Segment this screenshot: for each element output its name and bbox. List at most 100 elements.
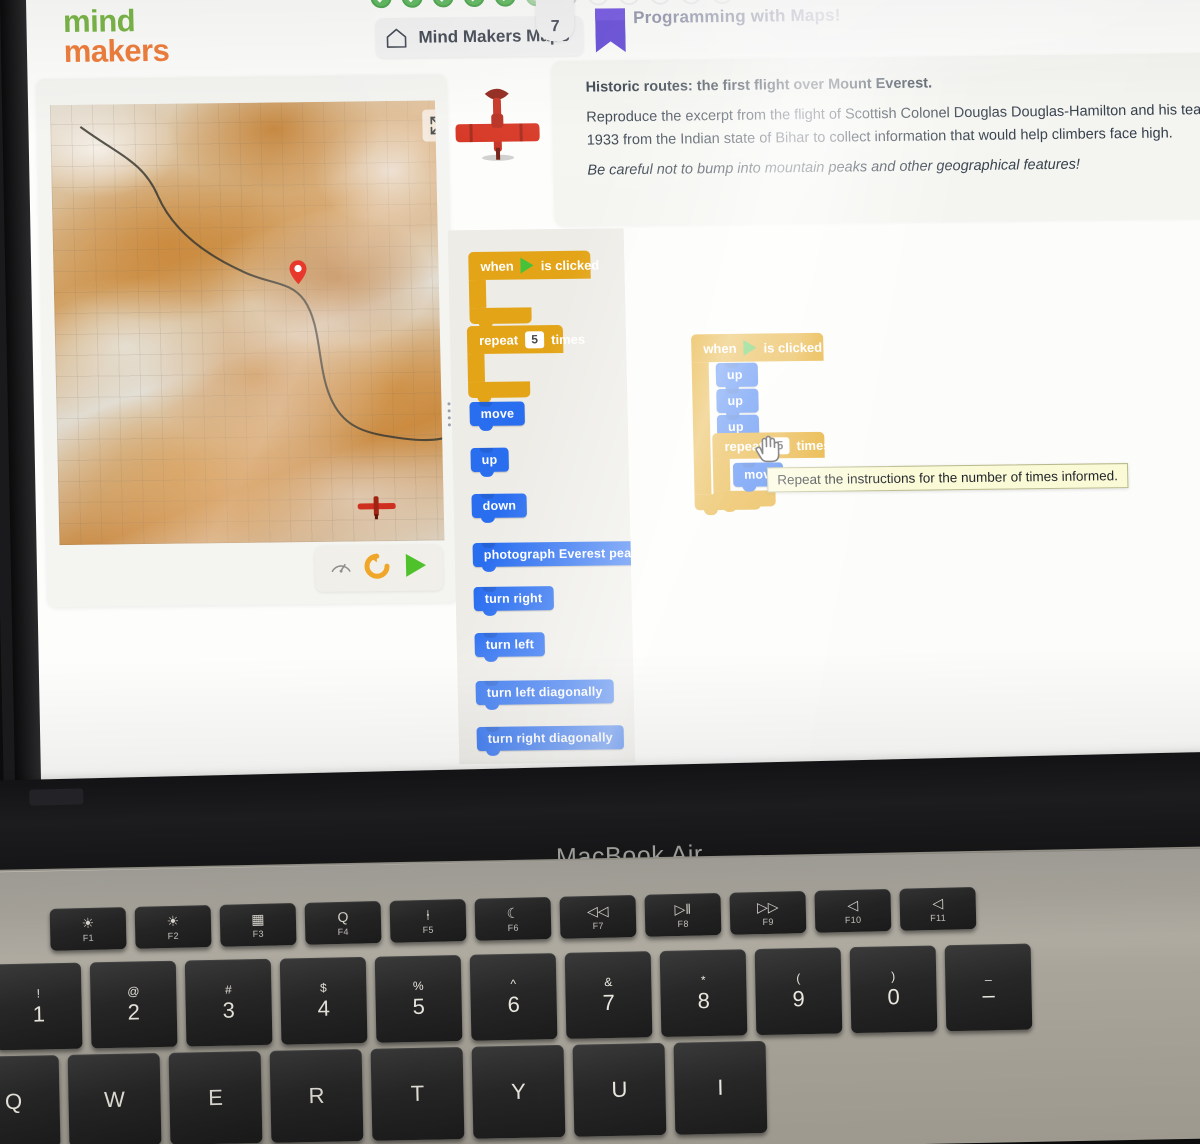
key-f2-label: F2 (167, 930, 179, 941)
palette-block-move[interactable]: move (469, 401, 526, 427)
key-8-main: 8 (697, 987, 711, 1014)
key-f5[interactable]: ⍿ F5 (389, 899, 467, 943)
progress-step-3[interactable] (432, 0, 454, 8)
palette-block-turn-left[interactable]: turn left (474, 632, 546, 658)
keyboard-letter-row-1[interactable]: Q W E R T Y U I (0, 1040, 768, 1144)
key-8[interactable]: * 8 (659, 949, 748, 1037)
brand-logo: mind makers (63, 3, 170, 69)
keyboard[interactable]: ☀ F1 ☀ F2 ▦ F3 Q F4 ⍿ F5 ☾ F6 ◁◁ F7 ▷ǁ F8 ▷▷ F9 ◁… (0, 865, 1200, 1144)
palette-repeat-post: times (550, 331, 586, 347)
key-f4[interactable]: Q F4 (304, 901, 382, 945)
key-minus-main: – (982, 982, 995, 1008)
brightness-up-icon: ☀ (166, 912, 180, 929)
palette-block-turn-right[interactable]: turn right (473, 586, 554, 612)
key-f3[interactable]: ▦ F3 (219, 903, 297, 947)
key-9-top: ( (796, 971, 801, 986)
progress-step-5[interactable] (494, 0, 516, 7)
progress-step-12[interactable] (711, 0, 733, 5)
key-q-label: Q (4, 1088, 23, 1115)
key-6-top: ^ (510, 976, 517, 991)
key-6-main: 6 (507, 991, 521, 1018)
key-minus[interactable]: _ – (944, 943, 1033, 1032)
key-f10[interactable]: ◁ F10 (814, 889, 892, 933)
key-i[interactable]: I (673, 1040, 768, 1135)
brightness-down-icon: ☀ (81, 914, 95, 931)
key-y-label: Y (510, 1078, 527, 1104)
script-when-post: is clicked (763, 339, 823, 356)
palette-block-up[interactable]: up (470, 447, 509, 473)
palette-down-label: down (482, 498, 517, 513)
progress-step-9[interactable] (618, 0, 640, 6)
instructions-body: Reproduce the excerpt from the flight of… (586, 102, 1200, 149)
key-f11-label: F11 (930, 912, 947, 923)
reset-button[interactable] (364, 552, 391, 584)
palette-block-turn-left-diagonally[interactable]: turn left diagonally (475, 679, 614, 706)
key-5-top: % (412, 978, 424, 993)
script-block-up-2[interactable]: up (716, 388, 759, 414)
key-8-top: * (700, 973, 706, 988)
key-f7[interactable]: ◁◁ F7 (559, 895, 637, 939)
key-f1[interactable]: ☀ F1 (49, 907, 127, 951)
key-f8[interactable]: ▷ǁ F8 (644, 893, 722, 937)
key-9[interactable]: (9 (754, 947, 843, 1036)
key-3[interactable]: #3 (184, 958, 273, 1047)
key-f6[interactable]: ☾ F6 (474, 897, 552, 941)
key-y[interactable]: Y (471, 1044, 566, 1139)
speed-gauge-button[interactable] (329, 554, 354, 583)
key-9-main: 9 (792, 986, 806, 1012)
palette-block-down[interactable]: down (471, 493, 528, 519)
keyboard-function-row[interactable]: ☀ F1 ☀ F2 ▦ F3 Q F4 ⍿ F5 ☾ F6 ◁◁ F7 ▷ǁ F8 ▷▷ F9 ◁… (49, 887, 977, 951)
progress-step-10[interactable] (649, 0, 671, 5)
key-6[interactable]: ^ 6 (469, 953, 558, 1041)
map-canvas[interactable] (49, 100, 445, 546)
key-f11[interactable]: ◁ F11 (899, 887, 977, 931)
key-u[interactable]: U (572, 1042, 667, 1137)
key-r[interactable]: R (269, 1048, 364, 1143)
key-f9[interactable]: ▷▷ F9 (729, 891, 807, 935)
page-title: Programming with Maps! (632, 5, 841, 28)
palette-block-turn-right-diagonally[interactable]: turn right diagonally (476, 725, 625, 752)
progress-step-1[interactable] (370, 0, 392, 9)
run-button[interactable] (402, 552, 430, 584)
rewind-icon: ◁◁ (586, 902, 609, 919)
script-workspace[interactable]: when is clicked up up up repeat 5 times … (623, 220, 1200, 763)
instructions-heading: Historic routes: the first flight over M… (585, 75, 933, 96)
laptop-screen: mind makers Mind Makers Maps 7 Programmi… (0, 0, 1200, 824)
key-e[interactable]: E (168, 1051, 263, 1144)
key-w[interactable]: W (67, 1053, 162, 1144)
key-5[interactable]: % 5 (374, 954, 463, 1043)
border-path (79, 126, 443, 442)
key-7[interactable]: & 7 (564, 951, 653, 1039)
bookmark-icon[interactable] (594, 8, 626, 54)
key-0[interactable]: ) 0 (849, 945, 938, 1034)
palette-block-photograph-everest-peak[interactable]: photograph Everest peak (472, 540, 650, 568)
fullscreen-expand-icon[interactable] (422, 109, 445, 142)
key-4[interactable]: $4 (279, 956, 368, 1045)
key-7-main: 7 (602, 989, 616, 1016)
progress-step-2[interactable] (401, 0, 423, 8)
key-f2[interactable]: ☀ F2 (134, 905, 212, 949)
progress-step-4[interactable] (463, 0, 485, 8)
progress-step-11[interactable] (680, 0, 702, 5)
script-block-up-1[interactable]: up (715, 362, 759, 388)
progress-step-8[interactable] (587, 0, 609, 6)
key-1[interactable]: ! 1 (0, 962, 83, 1051)
palette-repeat-value[interactable]: 5 (524, 330, 545, 348)
key-3-main: 3 (222, 997, 236, 1023)
key-t[interactable]: T (370, 1046, 465, 1141)
palette-move-label: move (480, 406, 515, 421)
green-flag-icon (520, 257, 534, 274)
key-r-label: R (308, 1082, 325, 1109)
brand-line-2: makers (63, 32, 170, 69)
palette-up-label: up (481, 452, 498, 467)
key-f4-label: F4 (337, 926, 349, 937)
key-4-top: $ (319, 980, 327, 995)
key-i-label: I (717, 1074, 724, 1100)
mission-control-icon: ▦ (251, 910, 265, 927)
key-2[interactable]: @2 (89, 960, 178, 1049)
block-palette[interactable]: when is clicked repeat 5 times move up d… (447, 228, 650, 765)
key-q[interactable]: Q (0, 1055, 61, 1144)
keyboard-number-row[interactable]: ! 1 @2 #3 $4 % 5 ^ 6 & 7 * 8 (9 ) 0 _ – (0, 943, 1033, 1051)
lid-notch (29, 788, 84, 806)
do-not-disturb-icon: ☾ (506, 904, 520, 921)
